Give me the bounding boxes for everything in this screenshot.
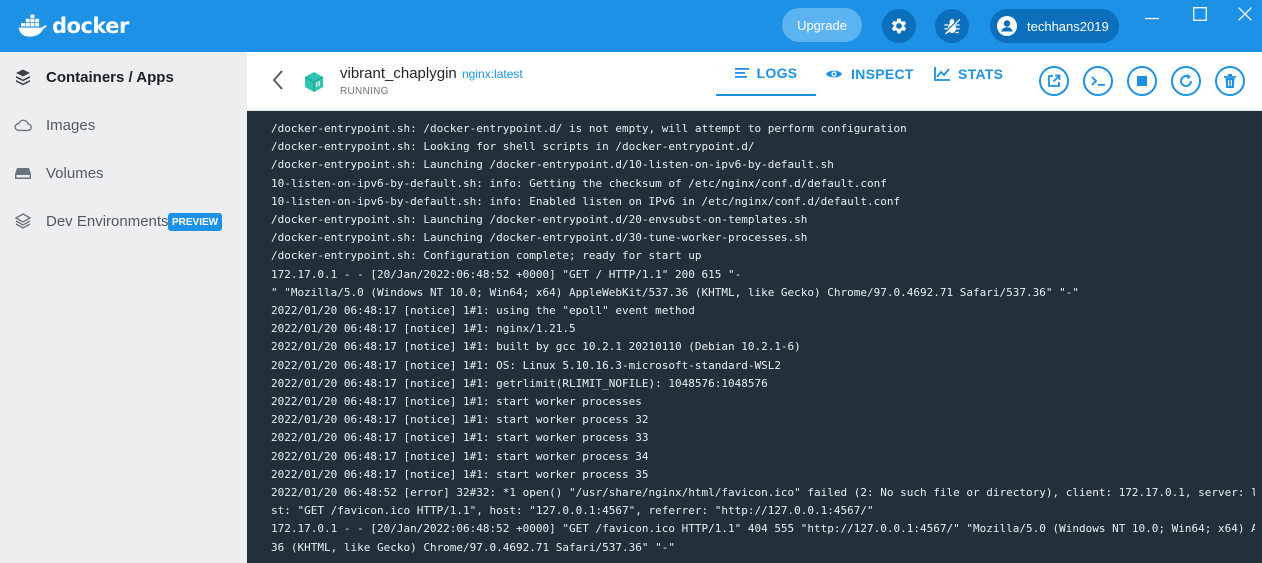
docker-whale-icon	[18, 14, 47, 37]
eye-icon	[825, 68, 843, 80]
log-line: 2022/01/20 06:48:17 [notice] 1#1: start …	[271, 467, 649, 481]
log-line: 10-listen-on-ipv6-by-default.sh: info: E…	[271, 194, 901, 208]
sidebar-item-label: Images	[46, 116, 96, 134]
upgrade-button[interactable]: Upgrade	[782, 8, 862, 42]
tab-label: LOGS	[756, 65, 798, 81]
stop-button[interactable]	[1127, 66, 1157, 96]
log-line: 36 (KHTML, like Gecko) Chrome/97.0.4692.…	[271, 540, 675, 554]
user-avatar-icon	[997, 16, 1017, 36]
cloud-icon	[14, 116, 32, 134]
log-line: /docker-entrypoint.sh: Configuration com…	[271, 249, 702, 263]
restart-icon	[1180, 74, 1192, 87]
sidebar-item-label: Volumes	[46, 164, 104, 182]
tab-logs[interactable]: LOGS	[716, 52, 816, 96]
container-status: RUNNING	[340, 86, 389, 97]
log-line: 2022/01/20 06:48:52 [error] 32#32: *1 op…	[271, 486, 1255, 500]
docker-logo-text: docker	[52, 14, 129, 38]
container-header: vibrant_chaplygin nginx:latest RUNNING L…	[247, 52, 1262, 111]
sidebar-item-label: Dev Environments	[46, 212, 169, 230]
tab-stats[interactable]: STATS	[934, 52, 1003, 96]
list-icon	[734, 67, 749, 79]
sidebar-item-label: Containers / Apps	[46, 68, 174, 86]
stop-icon	[1137, 76, 1147, 86]
open-in-browser-button[interactable]	[1039, 66, 1069, 96]
back-arrow-icon[interactable]	[269, 68, 289, 92]
gear-icon	[891, 18, 907, 34]
minimize-icon[interactable]	[1145, 12, 1159, 26]
log-line: 2022/01/20 06:48:17 [notice] 1#1: built …	[271, 340, 801, 354]
chart-line-icon	[934, 67, 950, 81]
sidebar-item-images[interactable]: Images	[0, 105, 247, 145]
external-link-icon	[1048, 74, 1061, 87]
log-line: /docker-entrypoint.sh: Looking for shell…	[271, 140, 755, 154]
layers-icon	[14, 212, 32, 230]
tab-label: STATS	[958, 66, 1004, 82]
log-line: st: "GET /favicon.ico HTTP/1.1", host: "…	[271, 504, 874, 518]
maximize-icon[interactable]	[1193, 7, 1207, 21]
username: techhans2019	[1027, 18, 1109, 34]
preview-badge: PREVIEW	[168, 213, 223, 231]
bug-icon	[943, 17, 961, 35]
container-stack-icon	[14, 68, 32, 86]
log-line: 2022/01/20 06:48:17 [notice] 1#1: start …	[271, 413, 649, 427]
container-name: vibrant_chaplygin	[340, 65, 457, 82]
delete-button[interactable]	[1215, 66, 1245, 96]
settings-button[interactable]	[882, 9, 916, 43]
log-line: 10-listen-on-ipv6-by-default.sh: info: G…	[271, 176, 887, 190]
sidebar-item-dev-environments[interactable]: Dev Environments PREVIEW	[0, 201, 247, 241]
tab-label: INSPECT	[851, 66, 914, 82]
log-line: " "Mozilla/5.0 (Windows NT 10.0; Win64; …	[271, 285, 1079, 299]
cli-button[interactable]	[1083, 66, 1113, 96]
close-icon[interactable]	[1238, 7, 1252, 21]
log-line: /docker-entrypoint.sh: Launching /docker…	[271, 231, 808, 245]
log-output[interactable]: /docker-entrypoint.sh: /docker-entrypoin…	[247, 111, 1262, 563]
log-line: 172.17.0.1 - - [20/Jan/2022:06:48:52 +00…	[271, 522, 1255, 536]
terminal-icon	[1091, 76, 1105, 86]
log-line: 2022/01/20 06:48:17 [notice] 1#1: OS: Li…	[271, 358, 781, 372]
log-line: /docker-entrypoint.sh: Launching /docker…	[271, 213, 808, 227]
sidebar-item-volumes[interactable]: Volumes	[0, 153, 247, 193]
sidebar: Containers / Apps Images Volumes Dev Env…	[0, 52, 247, 563]
log-line: /docker-entrypoint.sh: Launching /docker…	[271, 158, 834, 172]
docker-logo: docker	[18, 10, 129, 42]
tab-inspect[interactable]: INSPECT	[825, 52, 914, 96]
log-line: 2022/01/20 06:48:17 [notice] 1#1: start …	[271, 449, 649, 463]
log-line: 2022/01/20 06:48:17 [notice] 1#1: start …	[271, 395, 642, 409]
drive-icon	[14, 164, 32, 182]
log-line: 2022/01/20 06:48:17 [notice] 1#1: nginx/…	[271, 322, 576, 336]
log-line: 2022/01/20 06:48:17 [notice] 1#1: getrli…	[271, 376, 768, 390]
troubleshoot-button[interactable]	[935, 9, 969, 43]
trash-icon	[1224, 74, 1236, 88]
container-image-link[interactable]: nginx:latest	[462, 67, 523, 81]
restart-button[interactable]	[1171, 66, 1201, 96]
log-line: 2022/01/20 06:48:17 [notice] 1#1: start …	[271, 431, 649, 445]
log-line: 2022/01/20 06:48:17 [notice] 1#1: using …	[271, 304, 695, 318]
sidebar-item-containers[interactable]: Containers / Apps	[0, 57, 247, 97]
container-icon	[304, 72, 324, 92]
log-line: /docker-entrypoint.sh: /docker-entrypoin…	[271, 122, 907, 135]
top-bar: docker Upgrade techhans2019	[0, 0, 1262, 52]
account-button[interactable]: techhans2019	[990, 9, 1119, 43]
log-line: 172.17.0.1 - - [20/Jan/2022:06:48:52 +00…	[271, 267, 742, 281]
